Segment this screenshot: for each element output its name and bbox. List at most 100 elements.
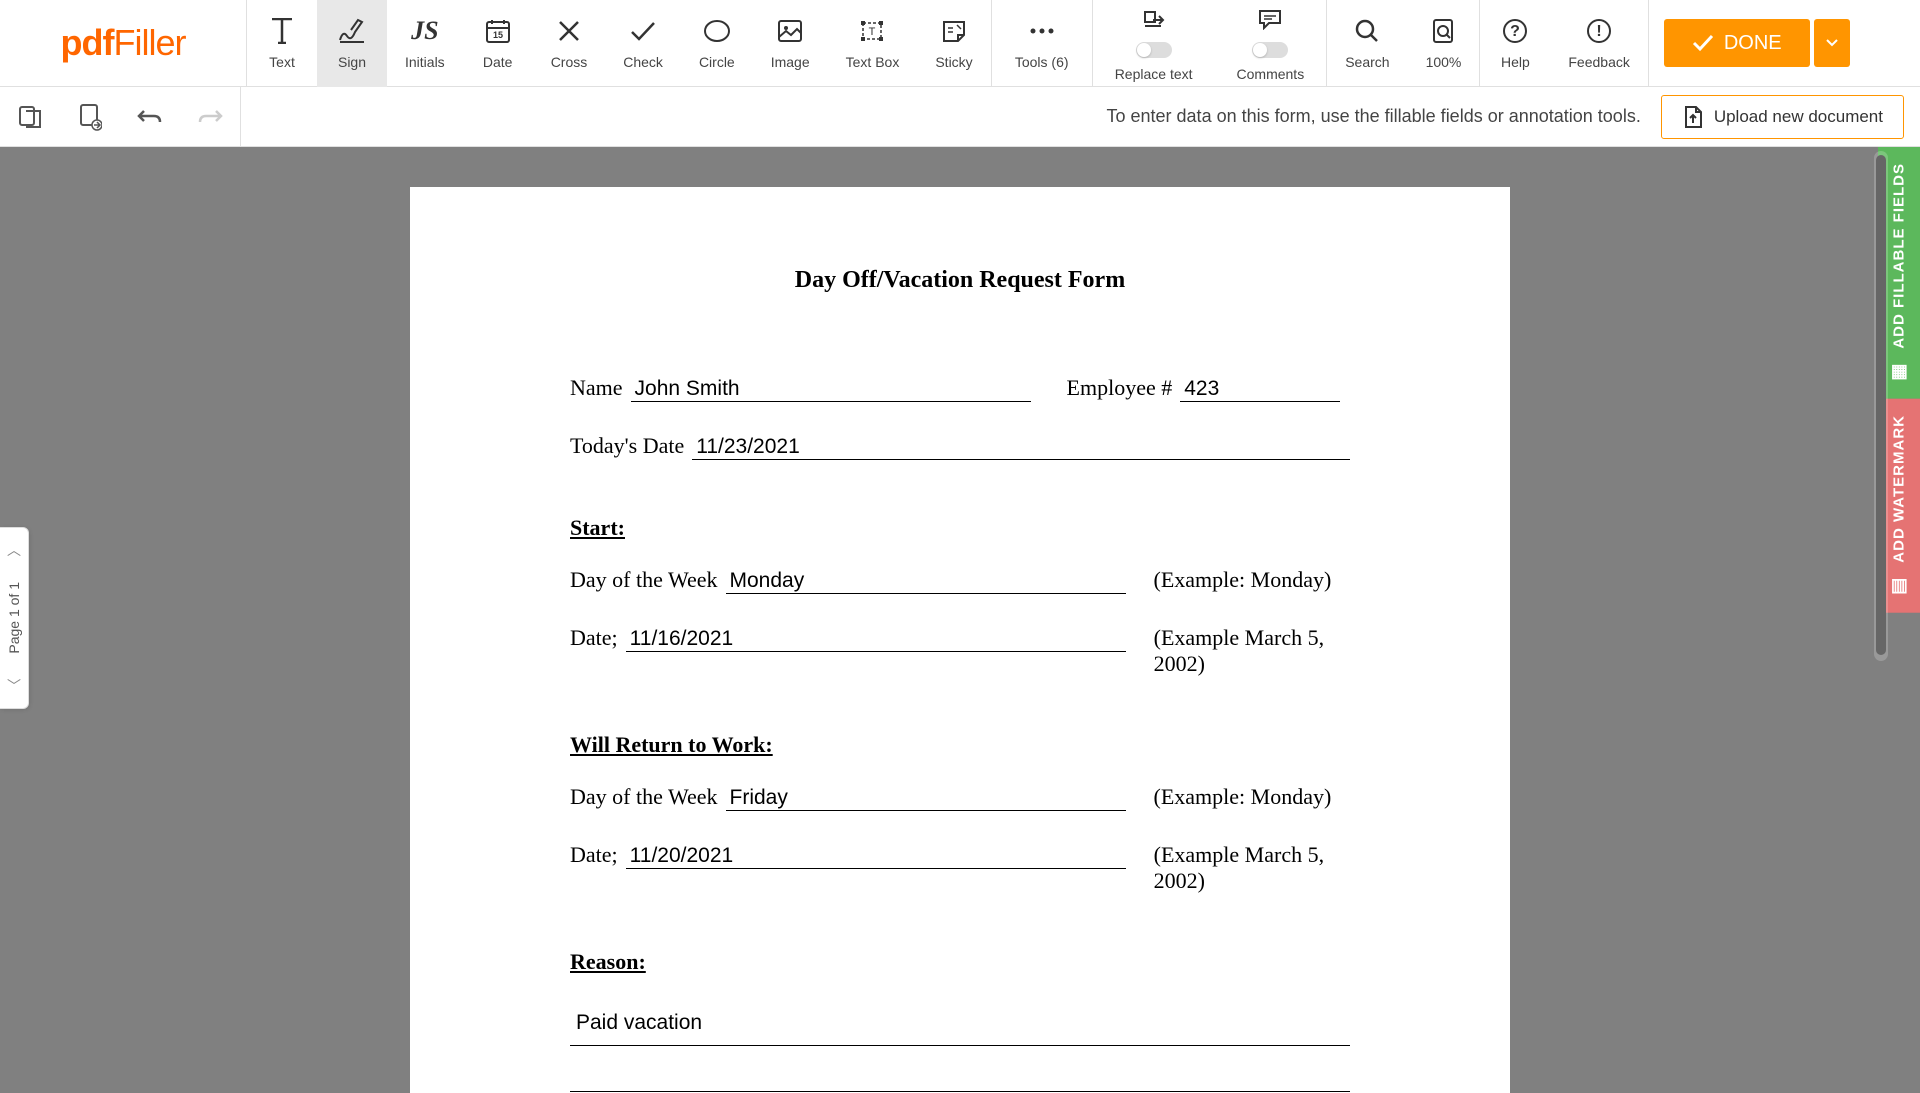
reason-field-1[interactable]: Paid vacation [570,1000,1350,1046]
date-label-2: Date; [570,842,618,868]
replace-toggle-pill [1136,42,1172,58]
return-date-row: Date; 11/20/2021 (Example March 5, 2002) [570,841,1350,894]
tool-group-toggles: Replace text Comments [1093,0,1328,87]
text-tool[interactable]: Text [247,0,317,87]
comments-icon [1257,4,1283,34]
return-header: Will Return to Work: [570,732,1350,758]
redo-button[interactable] [180,87,240,147]
zoom-icon [1430,16,1456,46]
page-indicator: Page 1 of 1 [6,574,22,662]
search-button[interactable]: Search [1327,0,1407,87]
page-up[interactable]: ︿ [7,540,21,560]
page-down[interactable]: ﹀ [7,676,21,696]
upload-button[interactable]: Upload new document [1661,95,1904,139]
tools-menu[interactable]: Tools (6) [992,0,1092,87]
return-date-field[interactable]: 11/20/2021 [626,841,1126,869]
upload-icon [1682,105,1704,129]
sticky-icon [941,16,967,46]
logo: pdfFiller [0,0,247,87]
start-header: Start: [570,515,1350,541]
sign-icon [338,16,366,46]
dots-icon [1029,16,1055,46]
replace-text-toggle[interactable]: Replace text [1093,0,1215,87]
textbox-icon: T [859,16,885,46]
svg-text:!: ! [1596,23,1601,40]
watermark-icon: ▤ [1888,574,1910,596]
circle-tool[interactable]: Circle [681,0,753,87]
name-row: Name John Smith Employee # 423 [570,374,1350,402]
done-check-icon [1692,34,1714,52]
check-tool[interactable]: Check [605,0,681,87]
comments-toggle[interactable]: Comments [1215,0,1327,87]
dow-example-2: (Example: Monday) [1154,784,1332,810]
svg-text:15: 15 [493,30,503,40]
date-example-1: (Example March 5, 2002) [1154,625,1350,677]
done-group: DONE [1649,19,1865,67]
hint-text: To enter data on this form, use the fill… [1107,106,1661,127]
undo-button[interactable] [120,87,180,147]
date-tool[interactable]: 15 Date [463,0,533,87]
undo-icon [136,107,164,127]
sticky-tool[interactable]: Sticky [917,0,990,87]
tool-group-tools: Tools (6) [992,0,1093,87]
secondary-left-group [0,87,241,147]
tool-group-help: ? Help ! Feedback [1480,0,1648,87]
start-date-row: Date; 11/16/2021 (Example March 5, 2002) [570,624,1350,677]
document-area[interactable]: Day Off/Vacation Request Form Name John … [0,147,1920,1093]
text-icon [271,16,293,46]
image-tool[interactable]: Image [753,0,828,87]
svg-text:?: ? [1510,23,1520,40]
return-dow-field[interactable]: Friday [726,783,1126,811]
done-dropdown[interactable] [1814,19,1850,67]
tool-group-view: Search 100% [1327,0,1480,87]
employee-field[interactable]: 423 [1180,374,1340,402]
svg-text:T: T [869,26,876,38]
start-date-field[interactable]: 11/16/2021 [626,624,1126,652]
today-date-row: Today's Date 11/23/2021 [570,432,1350,460]
done-button[interactable]: DONE [1664,19,1810,67]
initials-tool[interactable]: JS Initials [387,0,463,87]
search-icon [1354,16,1380,46]
fillable-icon: ▦ [1888,361,1910,383]
check-icon [629,16,657,46]
main-toolbar: pdfFiller Text Sign JS Initials 15 Date … [0,0,1920,87]
scrollbar[interactable] [1874,151,1888,661]
export-button[interactable] [60,87,120,147]
reason-field-2[interactable] [570,1046,1350,1092]
page-navigator: ︿ Page 1 of 1 ﹀ [0,527,29,709]
sign-tool[interactable]: Sign [317,0,387,87]
feedback-icon: ! [1586,16,1612,46]
document-page[interactable]: Day Off/Vacation Request Form Name John … [410,187,1510,1093]
redo-icon [196,107,224,127]
chevron-down-icon [1826,39,1838,47]
zoom-button[interactable]: 100% [1408,0,1480,87]
name-field[interactable]: John Smith [631,374,1031,402]
tool-group-annotate: Text Sign JS Initials 15 Date Cross Chec… [247,0,992,87]
textbox-tool[interactable]: T Text Box [828,0,918,87]
calendar-icon: 15 [485,16,511,46]
secondary-toolbar: To enter data on this form, use the fill… [0,87,1920,147]
pages-button[interactable] [0,87,60,147]
pages-icon [17,104,43,130]
return-dow-row: Day of the Week Friday (Example: Monday) [570,783,1350,811]
help-button[interactable]: ? Help [1480,0,1550,87]
start-dow-row: Day of the Week Monday (Example: Monday) [570,566,1350,594]
logo-part2: Filler [113,22,185,64]
reason-header: Reason: [570,949,1350,975]
feedback-button[interactable]: ! Feedback [1550,0,1647,87]
employee-label: Employee # [1067,375,1173,401]
scrollbar-thumb[interactable] [1876,155,1886,655]
name-label: Name [570,375,623,401]
date-example-2: (Example March 5, 2002) [1154,842,1350,894]
replace-text-icon [1141,4,1167,34]
start-dow-field[interactable]: Monday [726,566,1126,594]
comments-toggle-pill [1252,42,1288,58]
cross-icon [557,16,581,46]
today-date-label: Today's Date [570,433,684,459]
circle-icon [703,16,731,46]
dow-example-1: (Example: Monday) [1154,567,1332,593]
reason-lines: Paid vacation [570,1000,1350,1093]
cross-tool[interactable]: Cross [533,0,606,87]
initials-icon: JS [411,16,438,46]
today-date-field[interactable]: 11/23/2021 [692,432,1350,460]
